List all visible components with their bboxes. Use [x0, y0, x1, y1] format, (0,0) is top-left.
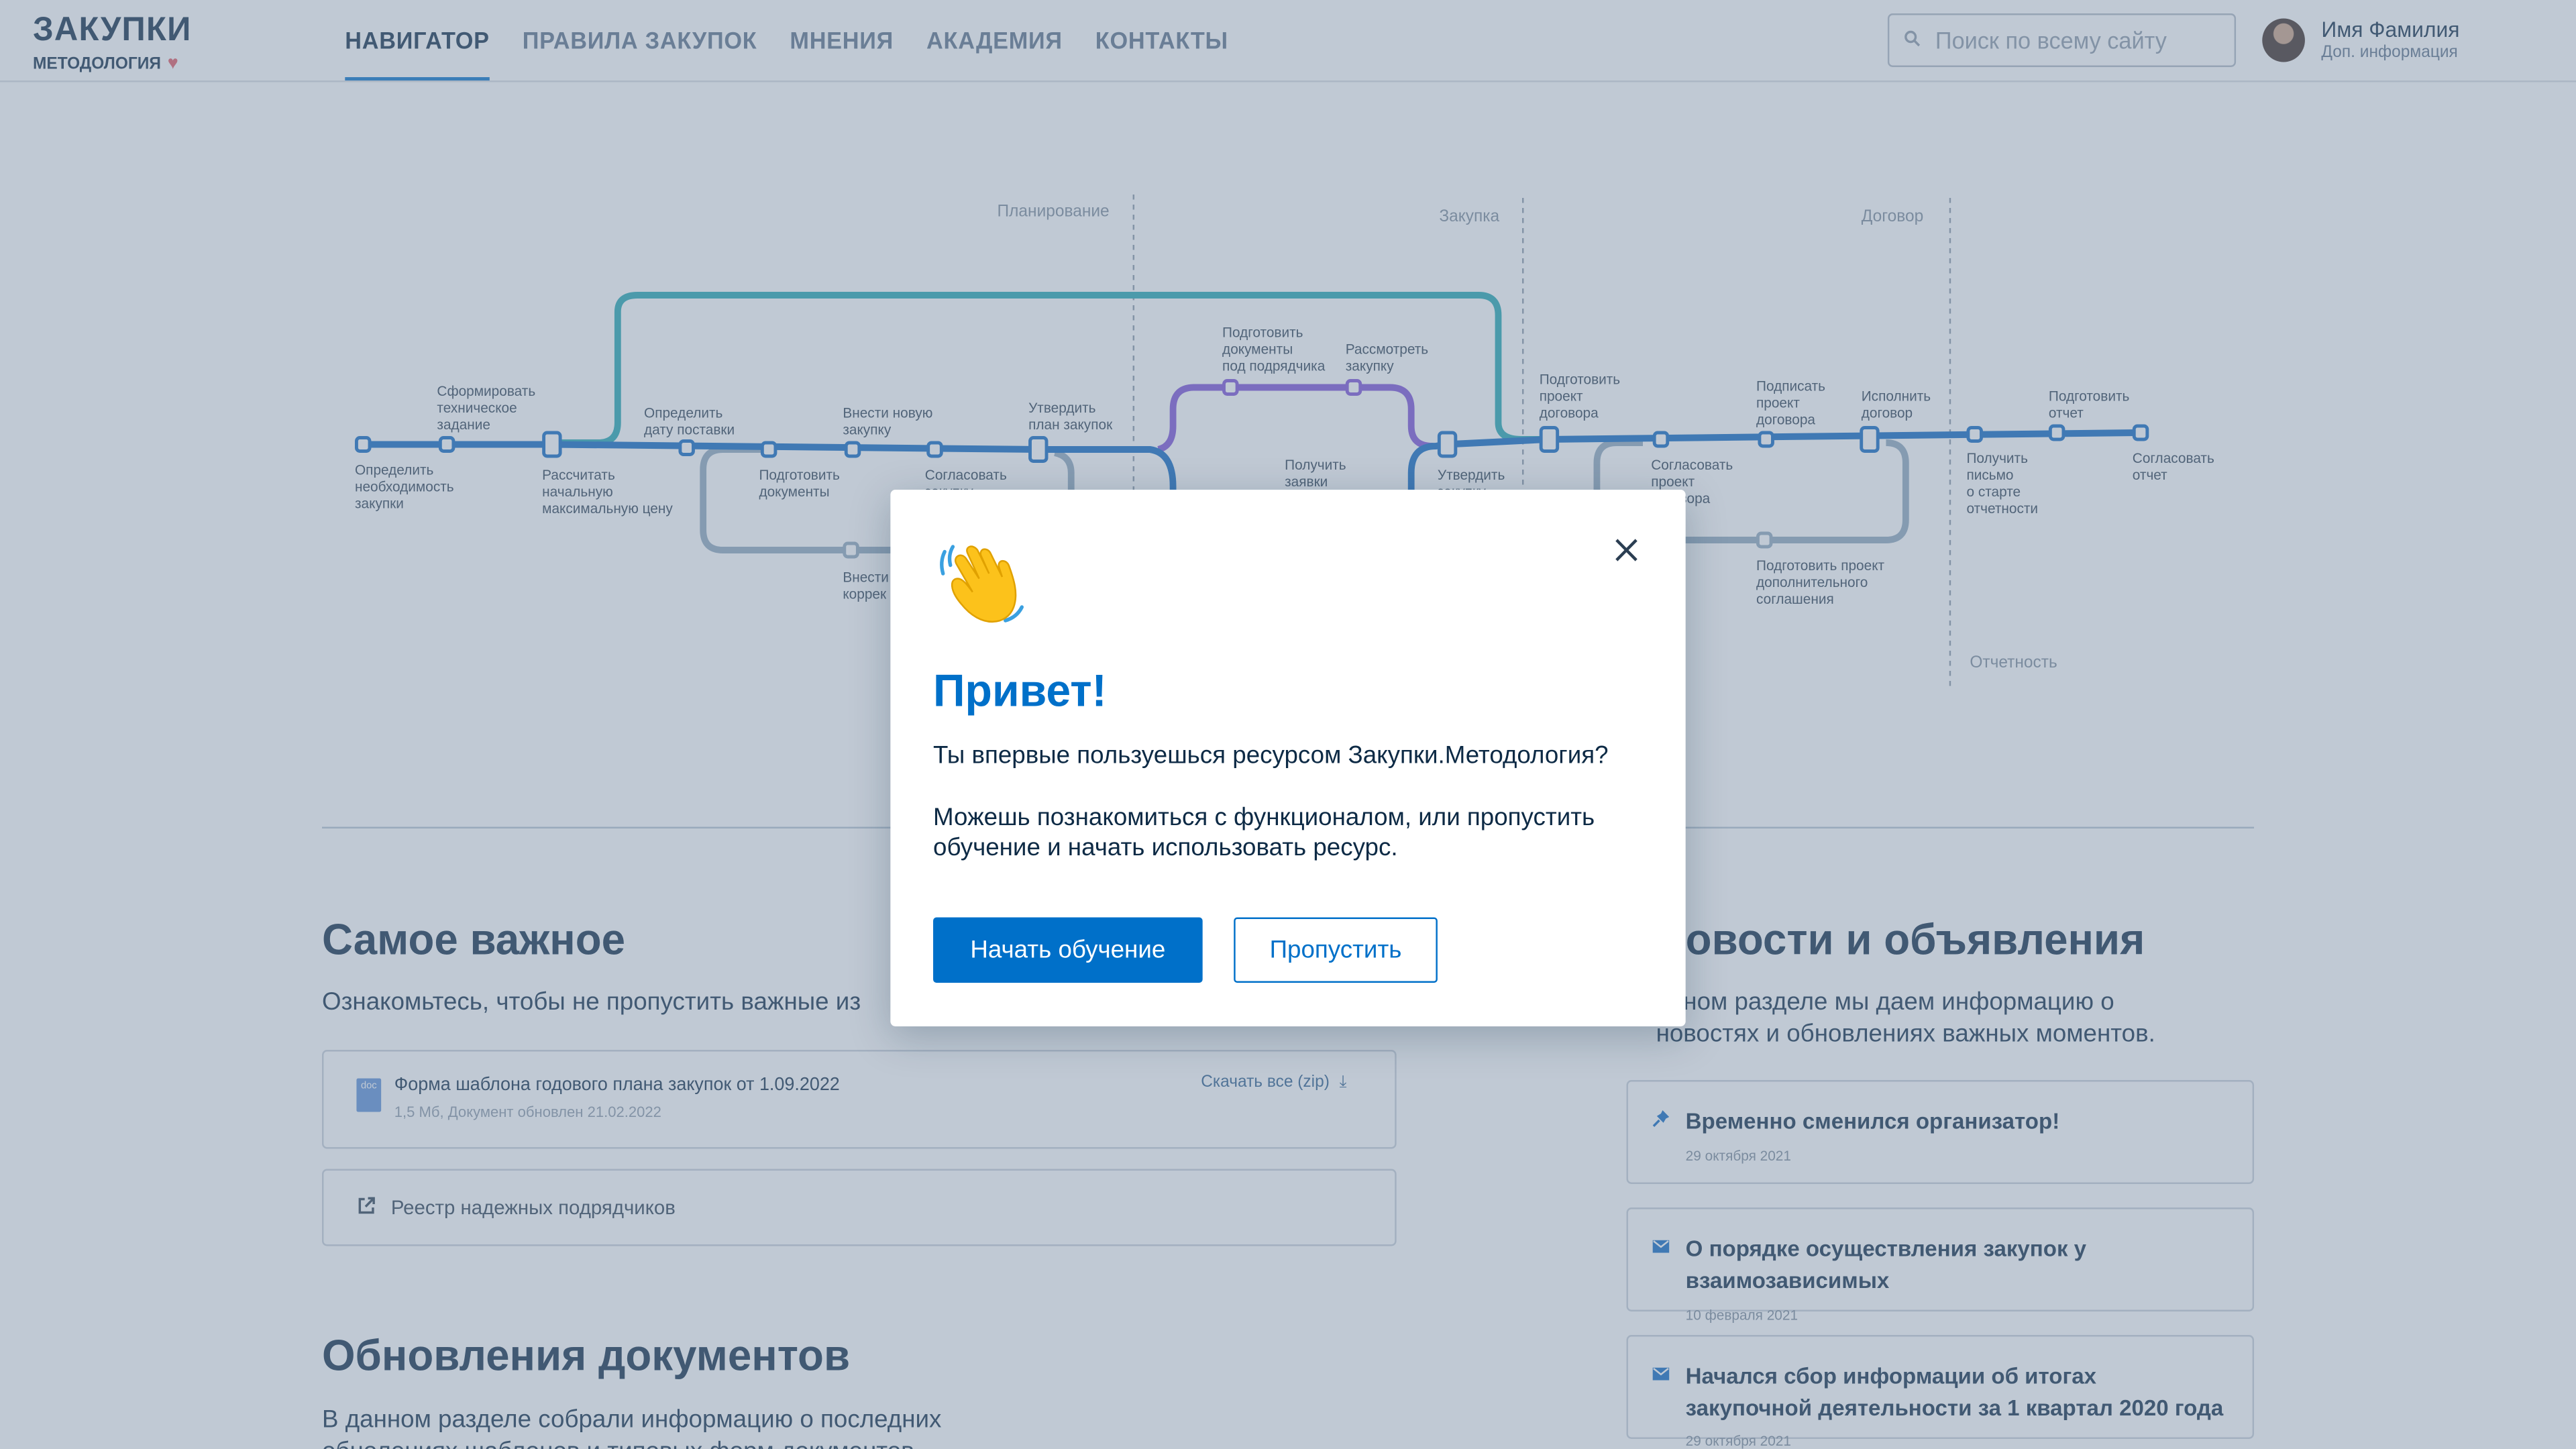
page: ЗАКУПКИ МЕТОДОЛОГИЯ ♥ НАВИГАТОР ПРАВИЛА З…: [0, 0, 2576, 1449]
close-icon[interactable]: [1610, 533, 1643, 567]
modal-question: Ты впервые пользуешься ресурсом Закупки.…: [933, 741, 1609, 770]
modal-description: Можешь познакомиться с функционалом, или…: [933, 803, 1595, 863]
modal-title: Привет!: [933, 665, 1107, 716]
start-tutorial-button[interactable]: Начать обучение: [933, 917, 1203, 983]
welcome-modal: Привет! Ты впервые пользуешься ресурсом …: [890, 490, 1686, 1026]
waving-hand-icon: [940, 545, 1024, 623]
skip-button[interactable]: Пропустить: [1234, 917, 1438, 983]
